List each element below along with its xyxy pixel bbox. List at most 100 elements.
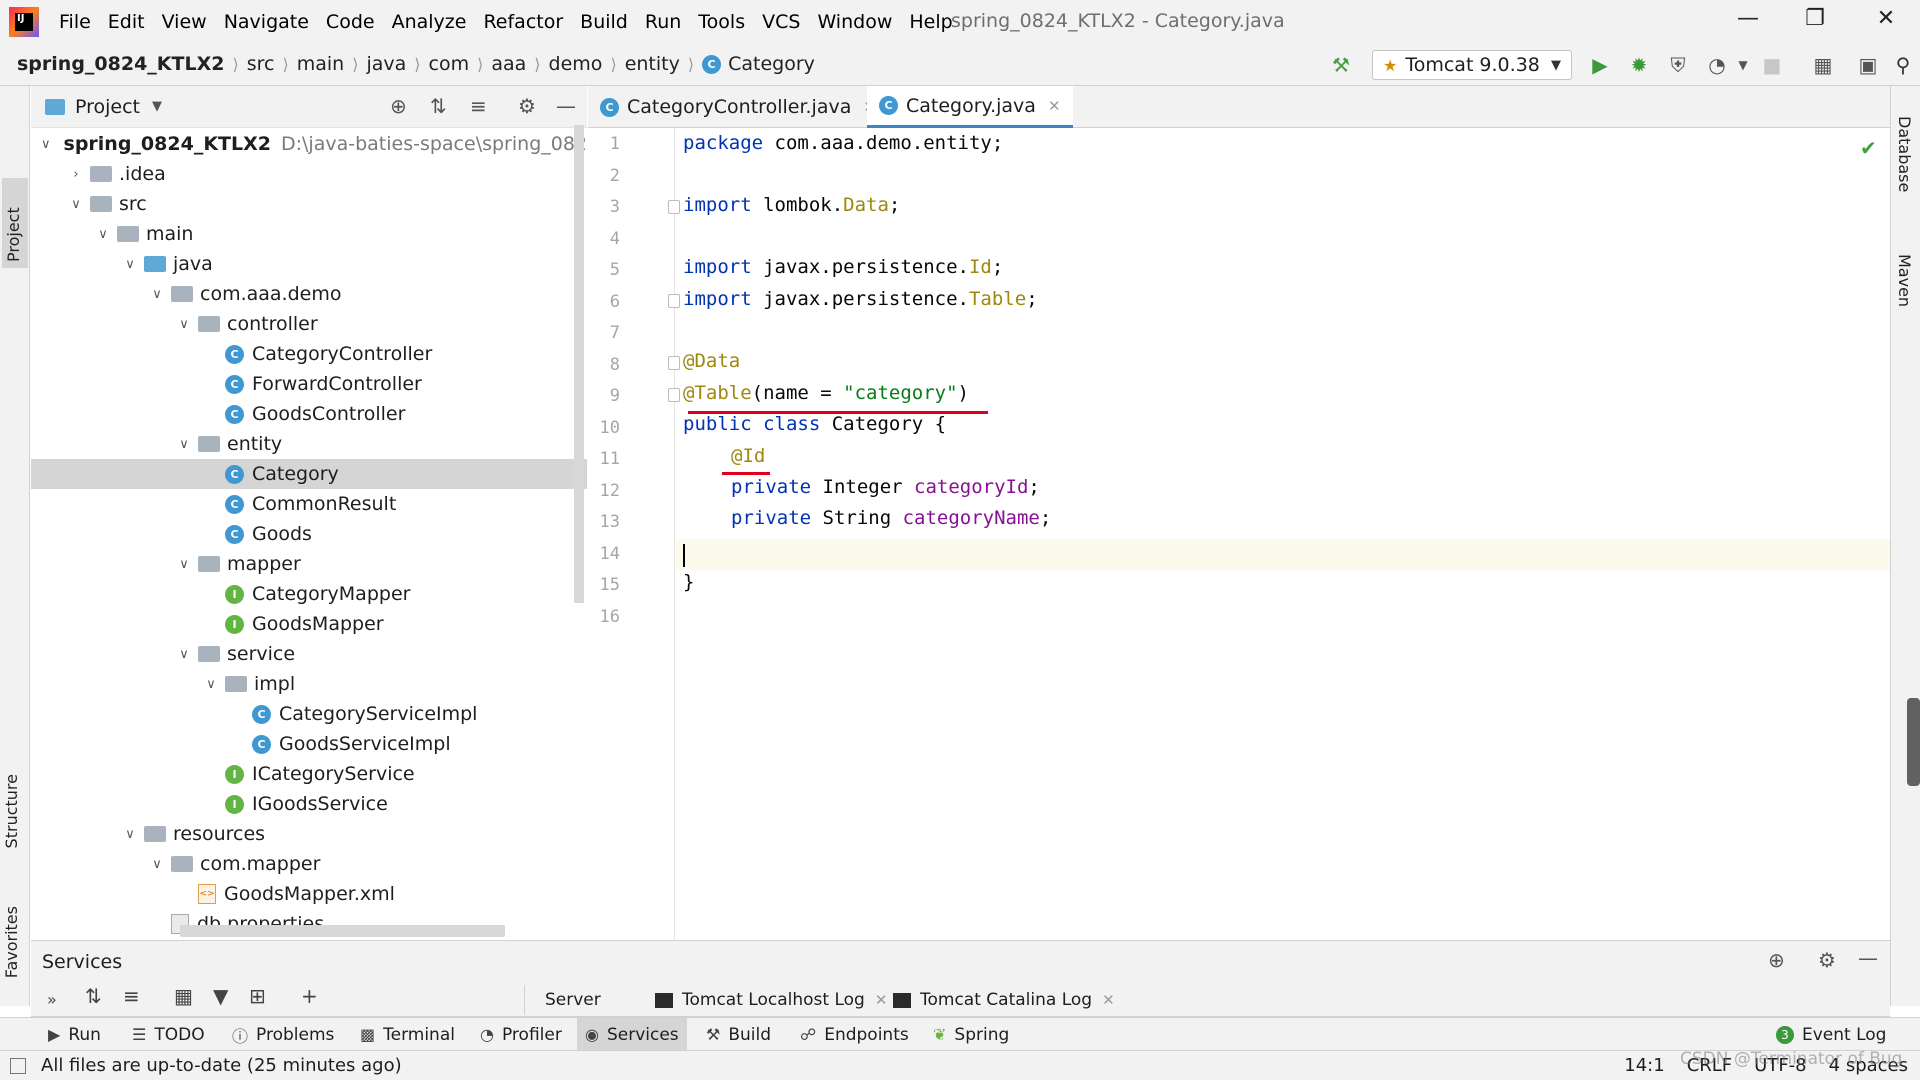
close-icon[interactable]: ✕ bbox=[1102, 991, 1115, 1009]
collapse-all-icon[interactable]: ≡ bbox=[123, 984, 140, 1008]
menu-window[interactable]: Window bbox=[817, 11, 892, 33]
menu-run[interactable]: Run bbox=[645, 11, 681, 33]
status-toggle-icon[interactable] bbox=[10, 1058, 26, 1074]
stop-icon[interactable]: ■ bbox=[1759, 52, 1785, 78]
collapse-all-icon[interactable]: ≡ bbox=[470, 94, 487, 118]
build-tool-button[interactable]: ⚒ Build bbox=[698, 1018, 779, 1051]
tab-category[interactable]: C Category.java ✕ bbox=[867, 86, 1073, 128]
menu-build[interactable]: Build bbox=[580, 11, 628, 33]
project-tool-tab[interactable]: Project bbox=[2, 178, 28, 268]
tree-item[interactable]: C CommonResult bbox=[31, 489, 587, 519]
project-structure-icon[interactable]: ▦ bbox=[1810, 52, 1836, 78]
build-hammer-icon[interactable]: ⚒ bbox=[1328, 52, 1354, 78]
tab-tomcat-catalina-log[interactable]: Tomcat Catalina Log ✕ bbox=[893, 990, 1115, 1010]
chevron-down-icon[interactable]: ∨ bbox=[68, 197, 84, 212]
inspection-ok-icon[interactable]: ✔ bbox=[1860, 136, 1877, 160]
locate-icon[interactable]: ⊕ bbox=[1768, 948, 1785, 972]
new-service-icon[interactable]: ⊞ bbox=[249, 984, 266, 1008]
chevron-down-icon[interactable]: ▼ bbox=[152, 99, 162, 114]
gear-icon[interactable]: ⚙ bbox=[1818, 948, 1836, 972]
tree-item[interactable]: ∨ main bbox=[31, 219, 587, 249]
tree-item[interactable]: ∨ com.mapper bbox=[31, 849, 587, 879]
chevron-down-icon[interactable]: ∨ bbox=[95, 227, 111, 242]
project-panel-title[interactable]: Project bbox=[75, 96, 140, 118]
chevron-down-icon[interactable]: ∨ bbox=[203, 677, 219, 692]
profile-icon[interactable]: ◔ bbox=[1704, 52, 1730, 78]
coverage-icon[interactable]: ⛨ bbox=[1665, 52, 1691, 78]
tree-item[interactable]: C Goods bbox=[31, 519, 587, 549]
close-window-button[interactable]: ✕ bbox=[1866, 6, 1906, 36]
tree-item[interactable]: C CategoryController bbox=[31, 339, 587, 369]
tree-item[interactable]: C CategoryServiceImpl bbox=[31, 699, 587, 729]
run-tool-button[interactable]: ▶ Run bbox=[40, 1018, 109, 1051]
hide-panel-icon[interactable]: — bbox=[1858, 946, 1878, 970]
code-editor[interactable]: package com.aaa.demo.entity; import lomb… bbox=[683, 128, 1883, 940]
expand-arrows-icon[interactable]: » bbox=[47, 990, 57, 1009]
endpoints-tool-button[interactable]: ☍ Endpoints bbox=[792, 1018, 917, 1051]
toolbox-icon[interactable]: ▣ bbox=[1855, 52, 1881, 78]
breadcrumb-java[interactable]: java bbox=[366, 53, 406, 75]
chevron-down-icon[interactable]: ∨ bbox=[149, 857, 165, 872]
group-icon[interactable]: ▦ bbox=[174, 984, 193, 1008]
breadcrumb-main[interactable]: main bbox=[297, 53, 344, 75]
menu-tools[interactable]: Tools bbox=[698, 11, 745, 33]
database-tool-tab[interactable]: Database bbox=[1895, 116, 1914, 192]
breadcrumb-demo[interactable]: demo bbox=[549, 53, 603, 75]
tree-item[interactable]: ∨ service bbox=[31, 639, 587, 669]
profile-dropdown-icon[interactable]: ▼ bbox=[1730, 52, 1756, 78]
problems-tool-button[interactable]: ⓘ Problems bbox=[224, 1018, 342, 1051]
close-icon[interactable]: ✕ bbox=[1048, 97, 1061, 115]
search-icon[interactable]: ⚲ bbox=[1890, 52, 1916, 78]
menu-file[interactable]: File bbox=[59, 11, 91, 33]
tree-item[interactable]: I CategoryMapper bbox=[31, 579, 587, 609]
expand-all-icon[interactable]: ⇅ bbox=[430, 94, 447, 118]
fold-marker[interactable] bbox=[668, 200, 680, 214]
maven-tool-tab[interactable]: Maven bbox=[1895, 254, 1914, 307]
tree-item[interactable]: ∨ spring_0824_KTLX2 D:\java-baties-space\s… bbox=[31, 129, 587, 159]
chevron-down-icon[interactable]: ∨ bbox=[122, 257, 138, 272]
menu-analyze[interactable]: Analyze bbox=[392, 11, 467, 33]
minimize-button[interactable]: — bbox=[1728, 6, 1768, 36]
chevron-down-icon[interactable]: ∨ bbox=[176, 437, 192, 452]
status-message[interactable]: All files are up-to-date (25 minutes ago… bbox=[41, 1055, 402, 1076]
tab-server[interactable]: Server bbox=[545, 990, 601, 1010]
tree-item[interactable]: ∨ entity bbox=[31, 429, 587, 459]
breadcrumb-category[interactable]: Category bbox=[728, 53, 815, 75]
tree-item[interactable]: ∨ impl bbox=[31, 669, 587, 699]
tree-item[interactable]: <> GoodsMapper.xml bbox=[31, 879, 587, 909]
tree-item[interactable]: ∨ controller bbox=[31, 309, 587, 339]
gear-icon[interactable]: ⚙ bbox=[518, 94, 536, 118]
menu-code[interactable]: Code bbox=[326, 11, 375, 33]
chevron-down-icon[interactable]: ∨ bbox=[176, 557, 192, 572]
caret-position[interactable]: 14:1 bbox=[1624, 1055, 1664, 1076]
breadcrumb-entity[interactable]: entity bbox=[625, 53, 680, 75]
restore-button[interactable]: ❐ bbox=[1795, 6, 1835, 36]
locate-icon[interactable]: ⊕ bbox=[390, 94, 407, 118]
terminal-tool-button[interactable]: ▩ Terminal bbox=[352, 1018, 463, 1051]
menu-edit[interactable]: Edit bbox=[108, 11, 145, 33]
services-tool-button[interactable]: ◉ Services bbox=[577, 1018, 687, 1051]
structure-tool-tab[interactable]: Structure bbox=[2, 774, 21, 848]
event-log-tool-button[interactable]: 3 Event Log bbox=[1768, 1018, 1894, 1051]
tree-item[interactable]: I IGoodsService bbox=[31, 789, 587, 819]
tree-item[interactable]: C GoodsServiceImpl bbox=[31, 729, 587, 759]
tree-item[interactable]: C Category bbox=[31, 459, 587, 489]
fold-marker[interactable] bbox=[668, 356, 680, 370]
menu-refactor[interactable]: Refactor bbox=[483, 11, 563, 33]
chevron-down-icon[interactable]: ∨ bbox=[176, 647, 192, 662]
tree-item[interactable]: I GoodsMapper bbox=[31, 609, 587, 639]
expand-all-icon[interactable]: ⇅ bbox=[85, 984, 102, 1008]
tree-item[interactable]: ∨ java bbox=[31, 249, 587, 279]
debug-icon[interactable]: ✹ bbox=[1626, 52, 1652, 78]
tab-tomcat-localhost-log[interactable]: Tomcat Localhost Log ✕ bbox=[655, 990, 887, 1010]
fold-marker[interactable] bbox=[668, 294, 680, 308]
editor-side-marker[interactable] bbox=[1907, 698, 1920, 786]
tree-horizontal-scrollbar[interactable] bbox=[180, 925, 505, 937]
chevron-right-icon[interactable]: › bbox=[68, 167, 84, 182]
breadcrumb-src[interactable]: src bbox=[247, 53, 275, 75]
menu-help[interactable]: Help bbox=[909, 11, 952, 33]
profiler-tool-button[interactable]: ◔ Profiler bbox=[472, 1018, 570, 1051]
todo-tool-button[interactable]: ☰ TODO bbox=[124, 1018, 213, 1051]
tree-item[interactable]: I ICategoryService bbox=[31, 759, 587, 789]
tree-item[interactable]: C GoodsController bbox=[31, 399, 587, 429]
